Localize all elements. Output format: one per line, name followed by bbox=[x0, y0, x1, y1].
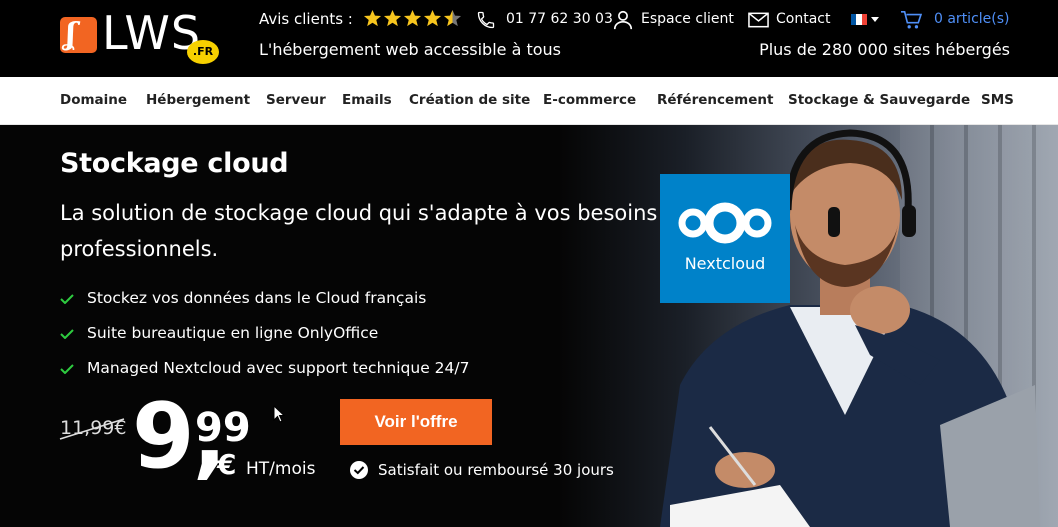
lws-logo[interactable]: ʆ LWS .FR bbox=[60, 6, 220, 64]
phone-number[interactable]: 01 77 62 30 03 bbox=[506, 11, 613, 27]
star-icon bbox=[423, 9, 442, 27]
price-decimals: 99 bbox=[195, 405, 251, 451]
nextcloud-logo-icon bbox=[678, 202, 772, 244]
check-icon bbox=[60, 293, 74, 304]
contact-link[interactable]: Contact bbox=[776, 11, 830, 27]
mouse-cursor-icon bbox=[273, 405, 285, 423]
nav-item-creation-site[interactable]: Création de site bbox=[409, 92, 530, 108]
nav-item-sms[interactable]: SMS bbox=[981, 92, 1014, 108]
strikethrough-line bbox=[59, 418, 125, 440]
star-icon bbox=[403, 9, 422, 27]
nav-item-serveur[interactable]: Serveur bbox=[266, 92, 326, 108]
feature-item: Suite bureautique en ligne OnlyOffice bbox=[60, 324, 378, 342]
nav-item-hebergement[interactable]: Hébergement bbox=[146, 92, 250, 108]
check-icon bbox=[60, 363, 74, 374]
nav-item-ecommerce[interactable]: E-commerce bbox=[543, 92, 636, 108]
hero-subtitle: La solution de stockage cloud qui s'adap… bbox=[60, 201, 658, 261]
nav-item-emails[interactable]: Emails bbox=[342, 92, 392, 108]
reviews-label: Avis clients : bbox=[259, 10, 353, 28]
nextcloud-label: Nextcloud bbox=[684, 254, 766, 273]
feature-item: Stockez vos données dans le Cloud frança… bbox=[60, 289, 426, 307]
voir-offre-button[interactable]: Voir l'offre bbox=[340, 399, 492, 445]
star-icon bbox=[363, 9, 382, 27]
cart-link[interactable]: 0 article(s) bbox=[934, 11, 1010, 27]
mail-icon bbox=[748, 12, 769, 28]
nav-item-referencement[interactable]: Référencement bbox=[657, 92, 773, 108]
hero-banner: Stockage cloud La solution de stockage c… bbox=[0, 125, 1058, 527]
hero-title: Stockage cloud bbox=[60, 148, 289, 179]
logo-badge: ʆ bbox=[60, 17, 97, 53]
espace-client-link[interactable]: Espace client bbox=[641, 11, 734, 27]
logo-tld-badge: .FR bbox=[187, 40, 219, 64]
price-unit: HT/mois bbox=[246, 459, 316, 479]
check-icon bbox=[60, 328, 74, 339]
feature-item: Managed Nextcloud avec support technique… bbox=[60, 359, 469, 377]
phone-icon bbox=[477, 11, 495, 29]
price-currency: € bbox=[217, 448, 237, 481]
check-circle-icon bbox=[350, 461, 368, 479]
language-selector[interactable] bbox=[851, 14, 867, 25]
main-nav: Domaine Hébergement Serveur Emails Créat… bbox=[0, 77, 1058, 125]
tagline: L'hébergement web accessible à tous bbox=[259, 40, 562, 59]
cart-icon bbox=[901, 11, 922, 29]
star-half-icon bbox=[443, 9, 462, 27]
top-bar: ʆ LWS .FR Avis clients : 01 77 62 30 03 … bbox=[0, 0, 1058, 77]
nav-item-domaine[interactable]: Domaine bbox=[60, 92, 127, 108]
nav-item-stockage[interactable]: Stockage & Sauvegarde bbox=[788, 92, 970, 108]
sites-count: Plus de 280 000 sites hébergés bbox=[759, 40, 1010, 59]
star-icon bbox=[383, 9, 402, 27]
guarantee-text: Satisfait ou remboursé 30 jours bbox=[378, 461, 614, 479]
user-icon bbox=[613, 10, 633, 30]
chevron-down-icon[interactable] bbox=[871, 17, 879, 22]
nextcloud-badge: Nextcloud bbox=[660, 174, 790, 303]
rating-stars[interactable] bbox=[363, 9, 462, 28]
